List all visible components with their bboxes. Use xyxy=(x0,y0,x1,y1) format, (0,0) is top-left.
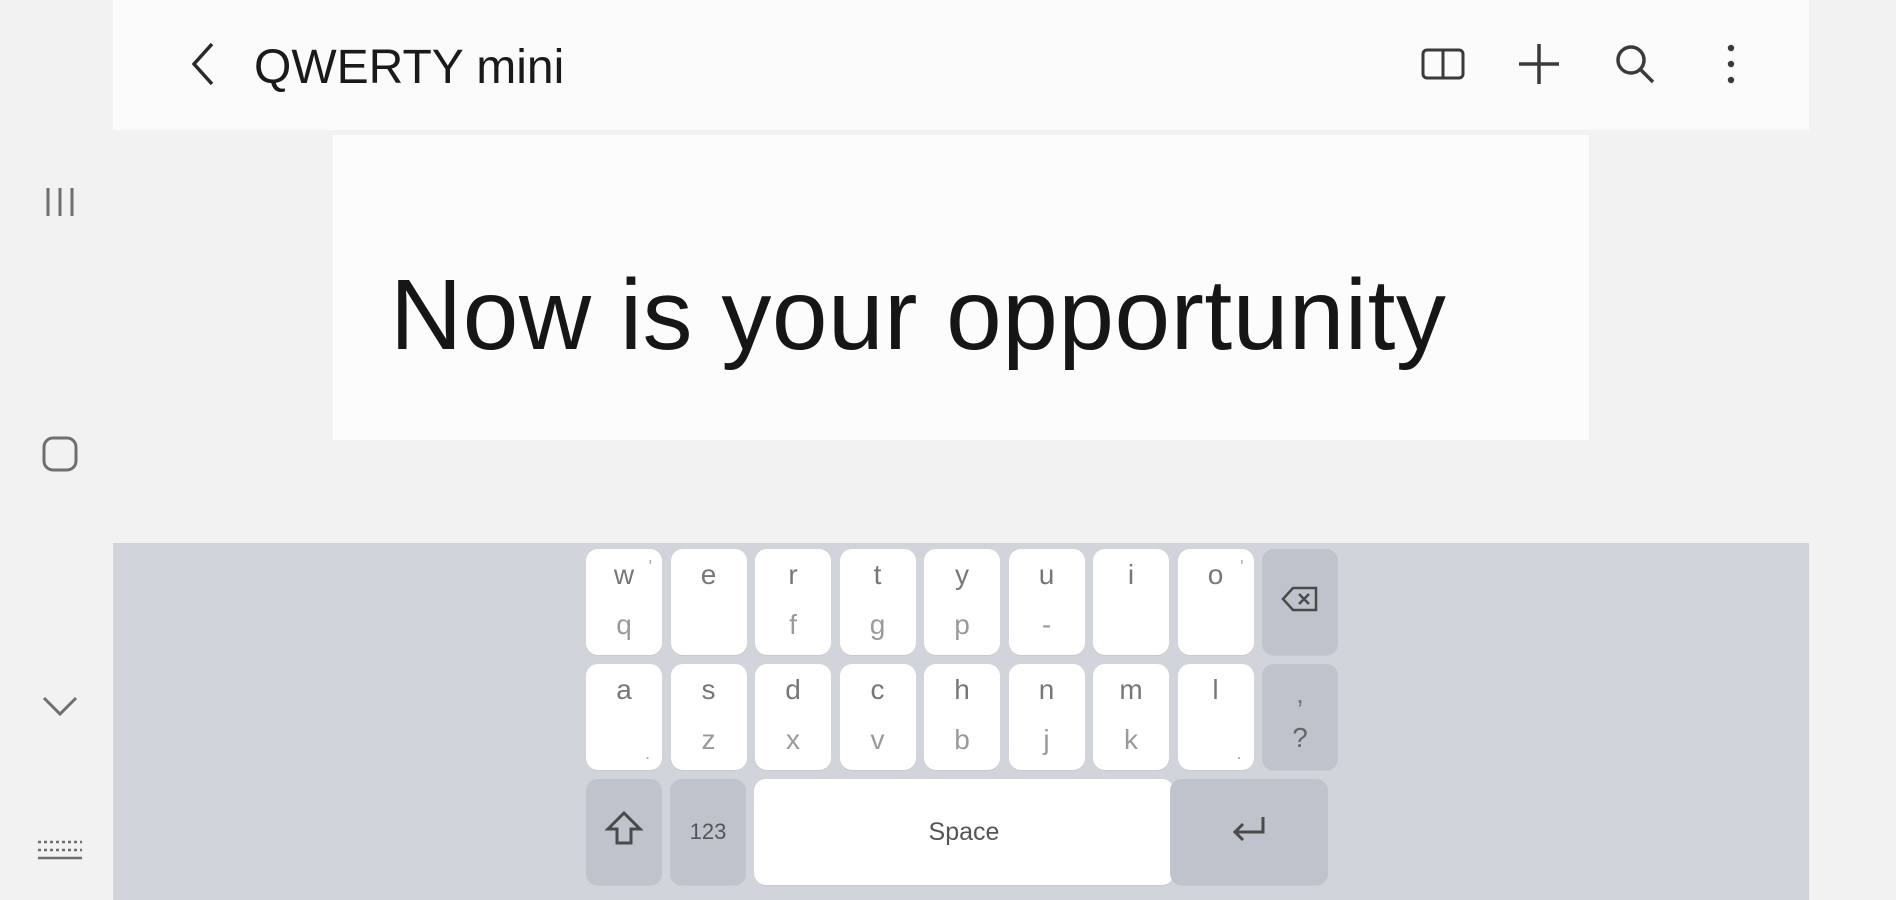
numbers-key-label: 123 xyxy=(689,819,727,844)
add-button[interactable] xyxy=(1511,38,1567,94)
letter-key[interactable]: l. xyxy=(1177,664,1254,770)
letter-key[interactable]: e xyxy=(670,549,747,655)
letter-key-primary: h xyxy=(954,674,970,705)
letter-key[interactable]: o ' xyxy=(1177,549,1254,655)
keyboard: w q ' e r f t g y p u - i o ' a.szdxcvhbnjmkl. , ? 123… xyxy=(113,543,1809,900)
split-view-icon xyxy=(1420,44,1466,89)
chevron-down-icon[interactable] xyxy=(36,682,84,730)
letter-key[interactable]: tg xyxy=(839,549,916,655)
letter-key[interactable]: a. xyxy=(586,664,662,770)
letter-key-primary: t xyxy=(873,559,882,590)
space-key[interactable]: Space xyxy=(754,779,1174,885)
letter-key-secondary: x xyxy=(786,724,800,755)
letter-key-mark: ' xyxy=(1240,557,1244,577)
letter-key[interactable]: mk xyxy=(1093,664,1169,770)
more-vertical-icon xyxy=(1725,42,1737,91)
shift-key[interactable] xyxy=(586,779,662,885)
letter-key[interactable]: w q ' xyxy=(586,549,662,655)
space-key-label: Space xyxy=(928,817,1000,846)
split-view-button[interactable] xyxy=(1415,38,1471,94)
home-icon[interactable] xyxy=(36,430,84,478)
page-title: QWERTY mini xyxy=(254,41,565,94)
more-options-button[interactable] xyxy=(1703,38,1759,94)
enter-icon xyxy=(1229,814,1269,851)
letter-key-secondary: - xyxy=(1041,609,1052,640)
letter-key[interactable]: hb xyxy=(924,664,1000,770)
letter-key-secondary: p xyxy=(954,609,970,640)
letter-key[interactable]: i xyxy=(1093,549,1169,655)
recents-icon[interactable] xyxy=(36,178,84,226)
letter-key[interactable]: sz xyxy=(670,664,747,770)
punctuation-key-bottom: ? xyxy=(1292,722,1308,753)
letter-key-mark: ' xyxy=(648,557,652,577)
letter-key-primary: e xyxy=(700,559,717,590)
punctuation-key-top: , xyxy=(1296,678,1304,709)
letter-key-secondary: z xyxy=(701,724,716,755)
punctuation-key[interactable]: , ? xyxy=(1262,664,1338,770)
letter-key-primary: a xyxy=(616,674,632,705)
letter-key[interactable]: dx xyxy=(755,664,831,770)
letter-key[interactable]: u- xyxy=(1008,549,1085,655)
letter-key-secondary: v xyxy=(870,724,885,755)
search-button[interactable] xyxy=(1607,38,1663,94)
letter-key-primary: m xyxy=(1119,674,1143,705)
letter-key-secondary: b xyxy=(954,724,970,755)
keyboard-preview-card: Now is your opportunity xyxy=(333,135,1589,440)
letter-key-primary: d xyxy=(785,674,801,705)
search-icon xyxy=(1613,42,1657,91)
letter-key-primary: l xyxy=(1212,674,1219,705)
letter-key-primary: u xyxy=(1038,559,1055,590)
letter-key[interactable]: cv xyxy=(839,664,916,770)
back-button[interactable] xyxy=(173,36,233,96)
app-bar: QWERTY mini xyxy=(113,0,1809,130)
letter-key-primary: i xyxy=(1127,559,1135,590)
preview-text: Now is your opportunity xyxy=(390,259,1447,371)
toolbar-actions xyxy=(1415,36,1759,96)
plus-icon xyxy=(1516,41,1562,92)
numbers-key[interactable]: 123 xyxy=(670,779,746,885)
enter-key[interactable] xyxy=(1170,779,1328,885)
letter-key-secondary: g xyxy=(869,609,886,640)
letter-key-secondary: j xyxy=(1043,724,1050,755)
letter-key[interactable]: rf xyxy=(755,549,831,655)
letter-key-secondary: q xyxy=(616,609,632,640)
chevron-left-icon xyxy=(186,40,220,93)
letter-key-primary: s xyxy=(701,674,716,705)
letter-key-secondary: k xyxy=(1124,724,1138,755)
letter-key-primary: c xyxy=(870,674,885,705)
letter-key-primary: r xyxy=(788,559,798,590)
letter-key-mark: . xyxy=(644,743,650,763)
keyboard-icon[interactable] xyxy=(36,826,84,874)
letter-key-primary: y xyxy=(955,559,969,590)
letter-key-primary: n xyxy=(1038,674,1055,705)
navigation-rail xyxy=(0,0,113,900)
backspace-icon xyxy=(1281,586,1319,619)
letter-key-secondary: f xyxy=(789,609,797,640)
letter-key[interactable]: yp xyxy=(924,549,1000,655)
shift-icon xyxy=(604,809,644,856)
backspace-key[interactable] xyxy=(1262,549,1338,655)
letter-key-mark: . xyxy=(1236,743,1242,763)
letter-key[interactable]: nj xyxy=(1008,664,1085,770)
